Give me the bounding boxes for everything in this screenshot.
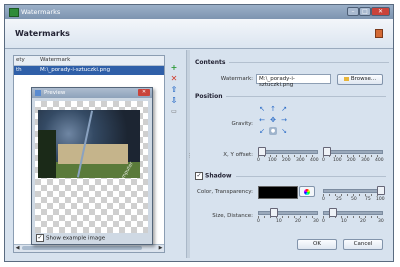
shadow-distance-slider[interactable]: 0 10 20 30	[322, 208, 384, 224]
y-offset-slider[interactable]: 0 100 200 300 400	[322, 147, 384, 163]
maximize-button[interactable]: □	[359, 7, 371, 16]
list-item[interactable]: th M:\_porady-i-sztuczki.png	[14, 66, 164, 75]
preview-icon	[35, 90, 41, 96]
gravity-w-icon[interactable]: ←	[258, 116, 266, 124]
show-example-label: Show example image	[46, 235, 106, 242]
minimize-button[interactable]: –	[347, 7, 359, 16]
preview-title: Preview	[44, 90, 66, 96]
ok-button[interactable]: OK	[297, 239, 337, 250]
shadow-distance-knob[interactable]	[329, 208, 337, 217]
window-title: Watermarks	[21, 8, 61, 16]
folder-icon	[343, 76, 349, 81]
gravity-center-icon[interactable]: ●	[269, 127, 277, 135]
show-example-checkbox[interactable]: ✓ Show example image	[36, 234, 105, 242]
size-distance-label: Size, Distance:	[212, 213, 253, 219]
transparency-knob[interactable]	[377, 186, 385, 195]
watermarks-window: Watermarks – □ ✕ Watermarks ety Watermar…	[4, 4, 394, 262]
preview-window: Preview ✕ Komputer ✓ Show example image	[31, 87, 153, 245]
photo-tree	[38, 130, 56, 178]
shadow-size-slider[interactable]: 0 10 20 30	[257, 208, 319, 224]
remove-icon[interactable]: ✕	[169, 74, 179, 84]
move-up-icon[interactable]: ⇧	[169, 85, 179, 95]
shadow-checkbox[interactable]: ✓ Shadow	[195, 172, 386, 180]
list-actions: + ✕ ⇧ ⇩ ▭	[169, 63, 179, 118]
photo-building	[58, 144, 128, 164]
document-icon[interactable]: ▭	[169, 107, 179, 117]
add-icon[interactable]: +	[169, 63, 179, 73]
gravity-ne-icon[interactable]: ↗	[280, 105, 288, 113]
app-icon	[9, 8, 19, 17]
list-item-col2: M:\_porady-i-sztuczki.png	[40, 67, 111, 73]
watermark-path-field[interactable]: M:\_porady-i-sztuczki.png	[256, 74, 331, 88]
preview-title-bar[interactable]: Preview ✕	[32, 88, 152, 98]
column-header-watermark[interactable]: Watermark	[40, 57, 70, 63]
page-title: Watermarks	[15, 29, 70, 38]
close-button[interactable]: ✕	[371, 7, 390, 16]
scroll-left-icon[interactable]: ◀	[14, 245, 21, 251]
splitter-grip-icon[interactable]: ⋮	[187, 153, 192, 159]
section-position: Position	[195, 93, 387, 100]
list-item-col1: th	[16, 67, 22, 73]
preview-close-button[interactable]: ✕	[138, 89, 150, 96]
transparency-slider[interactable]: 0 25 50 75 100	[322, 186, 385, 202]
scroll-thumb[interactable]	[22, 246, 142, 250]
browse-button[interactable]: Browse...	[337, 74, 383, 85]
color-transparency-label: Color, Transparency:	[197, 189, 253, 195]
list-header: ety Watermark	[14, 56, 164, 66]
cancel-button[interactable]: Cancel	[343, 239, 383, 250]
checkbox-icon[interactable]: ✓	[36, 234, 44, 242]
gravity-e-icon[interactable]: →	[280, 116, 288, 124]
section-contents: Contents	[195, 59, 390, 66]
color-picker-button[interactable]	[299, 186, 315, 197]
offset-label: X, Y offset:	[223, 152, 253, 158]
gravity-sw-icon[interactable]: ↙	[258, 127, 266, 135]
gravity-nw-icon[interactable]: ↖	[258, 105, 266, 113]
y-offset-knob[interactable]	[323, 147, 331, 156]
move-down-icon[interactable]: ⇩	[169, 96, 179, 106]
gravity-se-icon[interactable]: ↘	[280, 127, 288, 135]
shadow-color-swatch[interactable]	[258, 186, 298, 199]
scroll-right-icon[interactable]: ▶	[157, 245, 164, 251]
settings-panel: Contents Watermark: M:\_porady-i-sztuczk…	[195, 55, 393, 255]
gravity-label: Gravity:	[231, 121, 253, 127]
gravity-all-icon[interactable]: ✥	[269, 116, 277, 124]
shadow-checkbox-icon[interactable]: ✓	[195, 172, 203, 180]
horizontal-scrollbar[interactable]: ◀ ▶	[14, 244, 164, 252]
shadow-size-knob[interactable]	[270, 208, 278, 217]
watermark-label: Watermark:	[220, 76, 253, 82]
color-wheel-icon	[304, 189, 310, 195]
example-image: Komputer	[38, 110, 140, 178]
x-offset-slider[interactable]: 0 100 200 300 400	[257, 147, 319, 163]
title-bar[interactable]: Watermarks – □ ✕	[5, 5, 393, 19]
dialog-header: Watermarks	[5, 19, 393, 49]
gravity-n-icon[interactable]: ↑	[269, 105, 277, 113]
header-icon	[375, 29, 383, 38]
column-header-ety[interactable]: ety	[16, 57, 25, 63]
x-offset-knob[interactable]	[258, 147, 266, 156]
